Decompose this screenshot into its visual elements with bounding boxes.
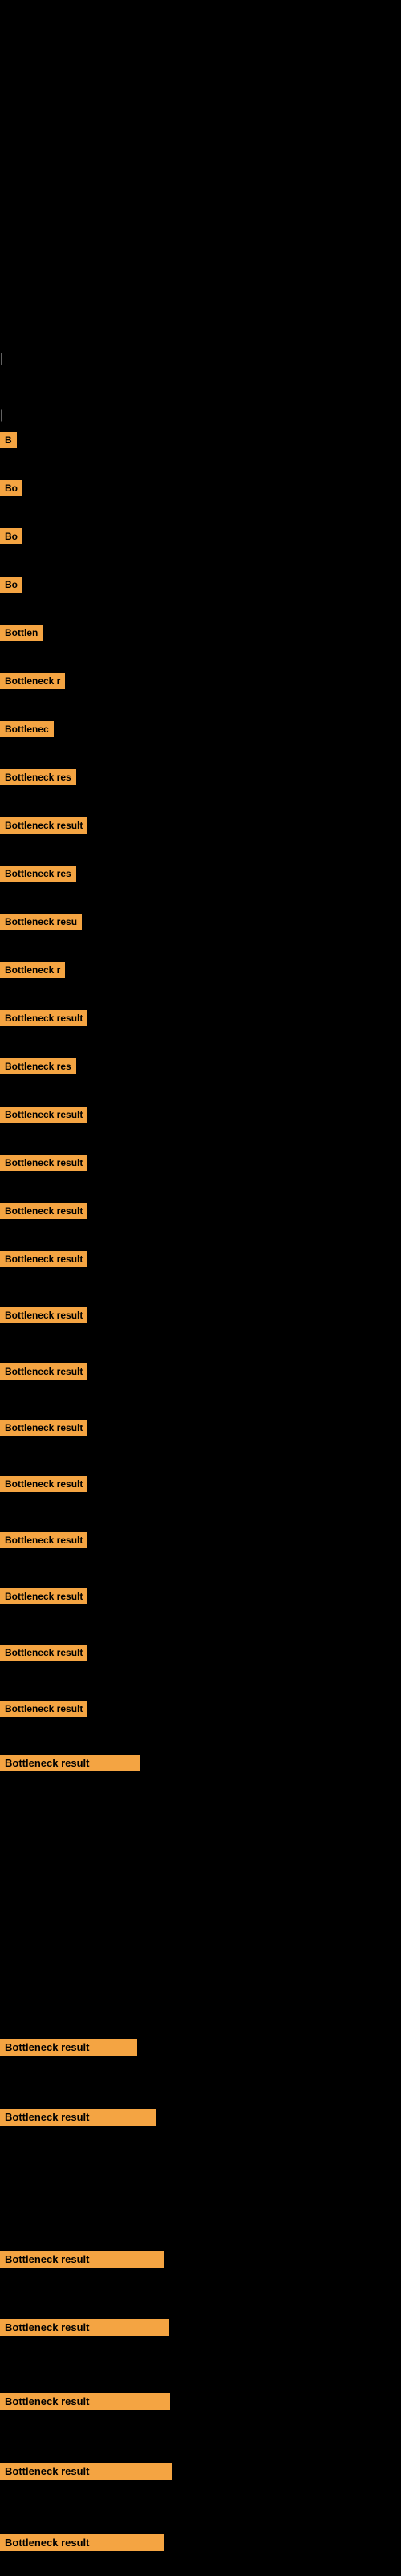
extra-18: Bottleneck result xyxy=(0,1251,87,1267)
label-7: Bottleneck result xyxy=(0,2463,172,2480)
label-4: Bottleneck result xyxy=(0,2251,164,2268)
extra-26: Bottleneck result xyxy=(0,1701,87,1717)
extra-23: Bottleneck result xyxy=(0,1532,87,1548)
extra-21: Bottleneck result xyxy=(0,1420,87,1436)
label-2: Bottleneck result xyxy=(0,2039,137,2056)
extra-16: Bottleneck result xyxy=(0,1155,87,1171)
extra-1: B xyxy=(0,432,17,448)
extra-11: Bottleneck resu xyxy=(0,914,82,930)
extra-9: Bottleneck result xyxy=(0,817,87,834)
extra-22: Bottleneck result xyxy=(0,1476,87,1492)
extra-12: Bottleneck r xyxy=(0,962,65,978)
extra-8: Bottleneck res xyxy=(0,769,76,785)
extra-19: Bottleneck result xyxy=(0,1307,87,1323)
label-3: Bottleneck result xyxy=(0,2109,156,2126)
extra-15: Bottleneck result xyxy=(0,1107,87,1123)
extra-7: Bottlenec xyxy=(0,721,54,737)
cursor-indicator: | xyxy=(0,352,3,366)
label-6: Bottleneck result xyxy=(0,2393,170,2410)
site-title xyxy=(0,0,401,6)
extra-5: Bottlen xyxy=(0,625,43,641)
extra-10: Bottleneck res xyxy=(0,866,76,882)
extra-4: Bo xyxy=(0,577,22,593)
cursor-indicator: | xyxy=(0,408,3,422)
extra-20: Bottleneck result xyxy=(0,1363,87,1380)
label-1: Bottleneck result xyxy=(0,1755,140,1771)
label-5: Bottleneck result xyxy=(0,2319,169,2336)
extra-2: Bo xyxy=(0,480,22,496)
extra-17: Bottleneck result xyxy=(0,1203,87,1219)
extra-24: Bottleneck result xyxy=(0,1588,87,1604)
extra-3: Bo xyxy=(0,528,22,544)
extra-6: Bottleneck r xyxy=(0,673,65,689)
extra-25: Bottleneck result xyxy=(0,1645,87,1661)
label-8: Bottleneck result xyxy=(0,2534,164,2551)
extra-13: Bottleneck result xyxy=(0,1010,87,1026)
extra-14: Bottleneck res xyxy=(0,1058,76,1074)
